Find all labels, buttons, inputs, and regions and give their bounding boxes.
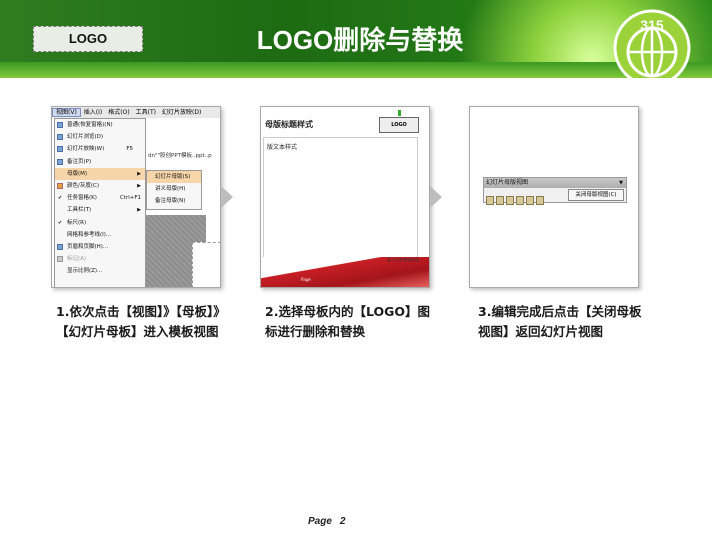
preserve-master-icon[interactable] bbox=[516, 196, 524, 205]
submenu-item-notes-master[interactable]: 备注母版(N) bbox=[147, 195, 201, 207]
close-master-view-button[interactable]: 关闭母版视图(C) bbox=[568, 189, 624, 201]
master-title: 母版标题样式 bbox=[265, 120, 313, 129]
menu-slideshow[interactable]: 幻灯片放映(D) bbox=[159, 109, 204, 116]
step3-caption: 3.编辑完成后点击【关闭母板视图】返回幻灯片视图 bbox=[478, 304, 642, 339]
step1-caption: 1.依次点击【视图】》【母板】》【幻灯片母板】进入模板视图 bbox=[56, 304, 226, 339]
menu-item-master[interactable]: 母版(M) ▶ bbox=[55, 167, 145, 180]
slide-thumbnail bbox=[192, 242, 220, 287]
delete-master-icon[interactable] bbox=[506, 196, 514, 205]
check-icon: ✔ bbox=[58, 219, 63, 226]
menu-format[interactable]: 格式(O) bbox=[105, 109, 132, 116]
header-banner: LOGO LOGO删除与替换 315 bbox=[0, 0, 712, 78]
logo-placeholder[interactable]: LOGO bbox=[33, 26, 143, 52]
master-submenu: 幻灯片母版(S) 讲义母版(H) 备注母版(N) bbox=[146, 170, 202, 210]
submenu-arrow-icon: ▶ bbox=[137, 170, 141, 177]
menu-item-notes[interactable]: 备注页(P) bbox=[55, 156, 145, 168]
slide-title: LOGO删除与替换 bbox=[256, 25, 464, 55]
page-footer: Page 2 bbox=[308, 516, 353, 527]
master-logo[interactable]: LOGO bbox=[379, 117, 419, 133]
master-layout-icon[interactable] bbox=[536, 196, 544, 205]
menu-item-normal[interactable]: 普通(恢复窗格)(N) bbox=[55, 119, 145, 131]
menu-item-color[interactable]: 颜色/灰度(C) ▶ bbox=[55, 180, 145, 192]
menu-item-slideshow[interactable]: 幻灯片放映(W) F5 bbox=[55, 143, 145, 155]
page-number: 2 bbox=[339, 516, 346, 527]
menu-item-ruler[interactable]: ✔ 标尺(R) bbox=[55, 217, 145, 229]
check-icon: ✔ bbox=[58, 195, 63, 202]
menu-item-task-pane[interactable]: ✔ 任务窗格(K) Ctrl+F1 bbox=[55, 192, 145, 204]
normal-view-icon bbox=[57, 122, 63, 128]
document-title: dn""股创PPT模板..ppt..p bbox=[148, 153, 212, 159]
toolbar-title: 幻灯片母版视图 ▼ bbox=[484, 178, 626, 188]
master-body-text: 版文本样式 bbox=[267, 144, 298, 151]
notes-icon bbox=[57, 158, 63, 165]
step-arrow-icon bbox=[430, 186, 442, 208]
emblem-text: 315 bbox=[640, 17, 664, 33]
view-dropdown-menu: 普通(恢复窗格)(N) 幻灯片浏览(D) 幻灯片放映(W) F5 备注页(P) 母… bbox=[54, 118, 146, 287]
toolbar-icons bbox=[486, 190, 546, 209]
master-footer-text: 某公司名称或标语 bbox=[387, 257, 419, 262]
menu-item-header-footer[interactable]: 页眉和页脚(H)... bbox=[55, 241, 145, 253]
insert-slide-master-icon[interactable] bbox=[486, 196, 494, 205]
menu-tools[interactable]: 工具(T) bbox=[133, 109, 159, 116]
page-label: Page bbox=[308, 516, 332, 527]
slide-sorter-icon bbox=[57, 134, 63, 141]
slideshow-icon bbox=[57, 146, 63, 153]
master-view-toolbar: 幻灯片母版视图 ▼ 关闭母版视图(C) bbox=[483, 177, 627, 205]
markup-icon bbox=[57, 256, 63, 263]
master-body-placeholder bbox=[263, 137, 418, 267]
menu-bar: 视图(V) 插入(I) 格式(O) 工具(T) 幻灯片放映(D) bbox=[52, 107, 220, 118]
menu-view[interactable]: 视图(V) bbox=[52, 108, 81, 117]
submenu-item-slide-master[interactable]: 幻灯片母版(S) bbox=[147, 171, 201, 184]
menu-item-zoom[interactable]: 显示比例(Z)... bbox=[55, 265, 145, 277]
submenu-arrow-icon: ▶ bbox=[137, 182, 141, 189]
menu-item-markup[interactable]: 标记(A) bbox=[55, 253, 145, 265]
step2-screenshot: 母版标题样式 LOGO 版文本样式 某公司名称或标语 Page bbox=[260, 106, 430, 288]
step-arrow-icon bbox=[221, 186, 233, 208]
menu-item-toolbars[interactable]: 工具栏(T) ▶ bbox=[55, 204, 145, 216]
submenu-item-handout-master[interactable]: 讲义母版(H) bbox=[147, 183, 201, 195]
header-band bbox=[0, 62, 712, 78]
selection-handle bbox=[398, 110, 401, 116]
submenu-arrow-icon: ▶ bbox=[137, 207, 141, 214]
step3-screenshot: 幻灯片母版视图 ▼ 关闭母版视图(C) bbox=[469, 106, 639, 288]
menu-item-slide-sorter[interactable]: 幻灯片浏览(D) bbox=[55, 131, 145, 143]
globe-emblem-icon: 315 bbox=[613, 9, 691, 78]
step2-caption: 2.选择母板内的【LOGO】图标进行删除和替换 bbox=[265, 304, 430, 339]
dropdown-icon[interactable]: ▼ bbox=[619, 178, 623, 188]
step1-screenshot: 视图(V) 插入(I) 格式(O) 工具(T) 幻灯片放映(D) dn""股创PPT模板… bbox=[51, 106, 221, 288]
master-page-label: Page bbox=[301, 277, 311, 282]
header-footer-icon bbox=[57, 243, 63, 250]
color-icon bbox=[57, 182, 63, 189]
menu-item-grid[interactable]: 网格和参考线(I)... bbox=[55, 229, 145, 241]
menu-insert[interactable]: 插入(I) bbox=[81, 109, 105, 116]
insert-title-master-icon[interactable] bbox=[496, 196, 504, 205]
rename-master-icon[interactable] bbox=[526, 196, 534, 205]
